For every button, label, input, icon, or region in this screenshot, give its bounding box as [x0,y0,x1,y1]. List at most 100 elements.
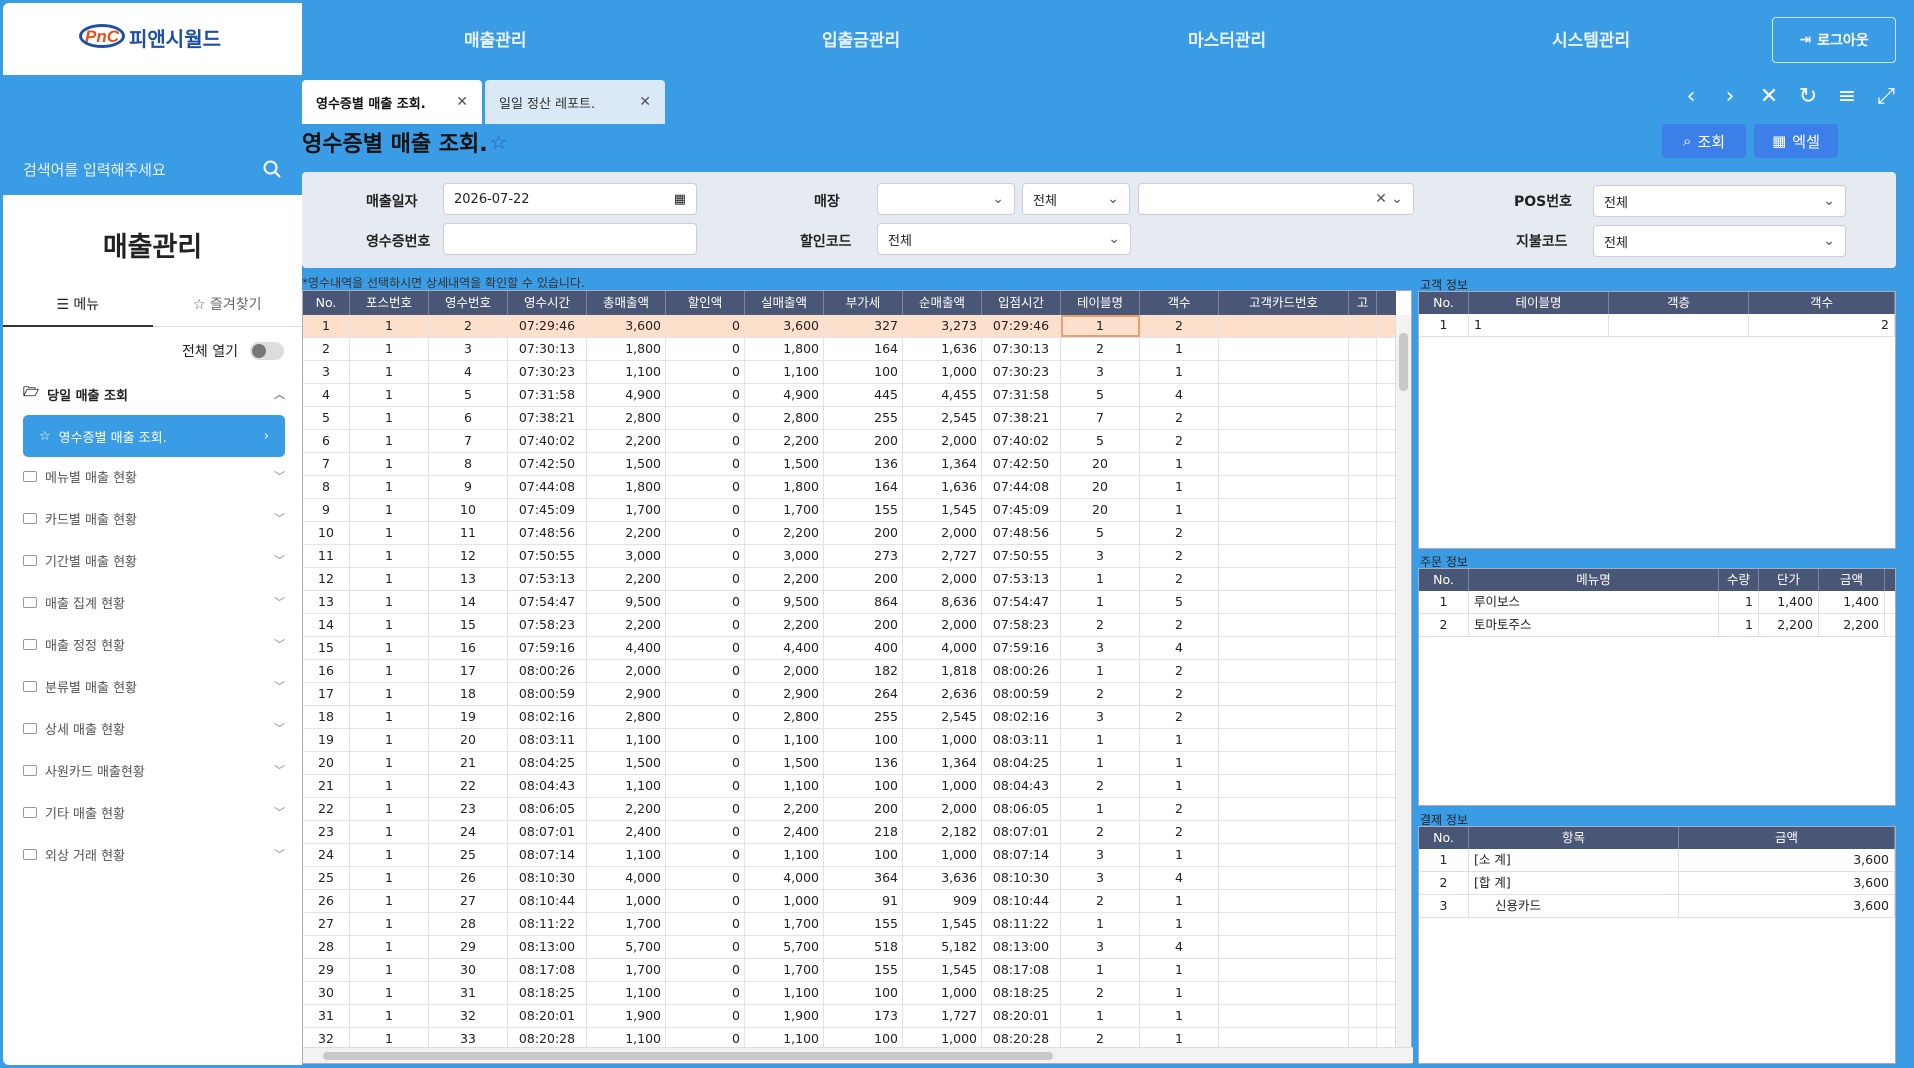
table-row[interactable]: 14 1 15 07:58:23 2,200 0 2,200 200 2,000 07:58:23… [303,614,1396,637]
customer-column-header[interactable]: 테이블명 [1469,292,1609,314]
sidebar-group-today[interactable]: 🗁 당일 매출 조회 ︿ [23,383,285,405]
sidebar-item[interactable]: 메뉴별 매출 현황 ﹀ [23,466,285,486]
table-row[interactable]: 11 1 12 07:50:55 3,000 0 3,000 273 2,727 07:50:55… [303,545,1396,568]
order-column-header[interactable]: 수량 [1719,569,1759,591]
sidebar-item[interactable]: 매출 정정 현황 ﹀ [23,634,285,654]
grid-column-header[interactable]: 테이블명 [1061,291,1140,315]
payment-row[interactable]: 1 [소 계] 3,600 [1419,849,1895,872]
customer-row[interactable]: 11 2 [1419,314,1895,337]
menu-icon[interactable]: ≡ [1836,86,1858,108]
sidebar-item[interactable]: 상세 매출 현황 ﹀ [23,718,285,738]
store-select-3[interactable]: ✕ ⌄ [1138,183,1414,215]
sidebar-item-receipt-sales[interactable]: ☆ 영수증별 매출 조회. › [23,415,285,457]
nav-deposit[interactable]: 입출금관리 [822,26,900,51]
table-row[interactable]: 10 1 11 07:48:56 2,200 0 2,200 200 2,000 07:48:56… [303,522,1396,545]
grid-column-header[interactable]: 입점시간 [982,291,1061,315]
close-all-icon[interactable]: ✕ [1758,86,1780,108]
receipt-field[interactable] [443,223,697,255]
pay-select[interactable]: 전체 ⌄ [1593,225,1846,257]
table-row[interactable]: 20 1 21 08:04:25 1,500 0 1,500 136 1,364 08:04:25… [303,752,1396,775]
table-row[interactable]: 28 1 29 08:13:00 5,700 0 5,700 518 5,182 08:13:00… [303,936,1396,959]
grid-column-header[interactable]: 순매출액 [903,291,982,315]
payment-row[interactable]: 2 [합 계] 3,600 [1419,872,1895,895]
table-row[interactable]: 8 1 9 07:44:08 1,800 0 1,800 164 1,636 07:44:08 20… [303,476,1396,499]
table-row[interactable]: 7 1 8 07:42:50 1,500 0 1,500 136 1,364 07:42:50 20… [303,453,1396,476]
table-row[interactable]: 24 1 25 08:07:14 1,100 0 1,100 100 1,000 08:07:14… [303,844,1396,867]
sidebar-item[interactable]: 매출 집계 현황 ﹀ [23,592,285,612]
table-row[interactable]: 30 1 31 08:18:25 1,100 0 1,100 100 1,000 08:18:25… [303,982,1396,1005]
table-row[interactable]: 18 1 19 08:02:16 2,800 0 2,800 255 2,545 08:02:16… [303,706,1396,729]
store-select-2[interactable]: 전체 ⌄ [1022,183,1130,215]
table-row[interactable]: 21 1 22 08:04:43 1,100 0 1,100 100 1,000 08:04:43… [303,775,1396,798]
customer-column-header[interactable]: No. [1419,292,1469,314]
tab-daily-report[interactable]: 일일 정산 레포트. ✕ [485,80,665,124]
grid-column-header[interactable]: No. [303,291,350,315]
payment-column-header[interactable]: 항목 [1469,827,1679,849]
grid-column-header[interactable]: 포스번호 [350,291,429,315]
order-column-header[interactable]: No. [1419,569,1469,591]
table-row[interactable]: 26 1 27 08:10:44 1,000 0 1,000 91 909 08:10:44 2 1 [303,890,1396,913]
order-row[interactable]: 1 루이보스 1 1,400 1,400 [1419,591,1895,614]
menu-search-input[interactable]: 검색어를 입력해주세요 [3,143,302,195]
table-row[interactable]: 4 1 5 07:31:58 4,900 0 4,900 445 4,455 07:31:58 5 4 [303,384,1396,407]
table-row[interactable]: 29 1 30 08:17:08 1,700 0 1,700 155 1,545 08:17:08… [303,959,1396,982]
table-row[interactable]: 32 1 33 08:20:28 1,100 0 1,100 100 1,000 08:20:28… [303,1028,1396,1047]
table-row[interactable]: 27 1 28 08:11:22 1,700 0 1,700 155 1,545 08:11:22… [303,913,1396,936]
table-row[interactable]: 2 1 3 07:30:13 1,800 0 1,800 164 1,636 07:30:13 2 1 [303,338,1396,361]
grid-column-header[interactable]: 실매출액 [745,291,824,315]
nav-sales[interactable]: 매출관리 [464,26,527,51]
grid-column-header[interactable]: 고 [1349,291,1377,315]
table-row[interactable]: 1 1 2 07:29:46 3,600 0 3,600 327 3,273 07:29:46 1 2 [303,315,1396,338]
store-select-1[interactable]: ⌄ [877,183,1015,215]
chevron-left-icon[interactable]: ‹ [1680,86,1702,108]
close-icon[interactable]: ✕ [639,94,651,110]
logout-button[interactable]: ⇥ 로그아웃 [1772,17,1896,63]
tab-receipt-sales[interactable]: 영수증별 매출 조회. ✕ [302,80,482,124]
grid-column-header[interactable]: 할인액 [666,291,745,315]
search-button[interactable]: ⌕ 조회 [1662,124,1746,158]
table-row[interactable]: 3 1 4 07:30:23 1,100 0 1,100 100 1,000 07:30:23 3 1 [303,361,1396,384]
customer-column-header[interactable]: 객수 [1749,292,1895,314]
table-row[interactable]: 13 1 14 07:54:47 9,500 0 9,500 864 8,636 07:54:47… [303,591,1396,614]
fullscreen-icon[interactable]: ⤢ [1875,86,1897,108]
logo[interactable]: PnC 피앤시월드 [6,3,300,71]
table-row[interactable]: 31 1 32 08:20:01 1,900 0 1,900 173 1,727 08:20:01… [303,1005,1396,1028]
table-row[interactable]: 9 1 10 07:45:09 1,700 0 1,700 155 1,545 07:45:09 2… [303,499,1396,522]
grid-column-header[interactable]: 총매출액 [587,291,666,315]
tab-menu[interactable]: ☰ 메뉴 [3,289,153,327]
expand-all-toggle[interactable] [250,342,284,360]
sidebar-item[interactable]: 외상 거래 현황 ﹀ [23,844,285,864]
table-row[interactable]: 17 1 18 08:00:59 2,900 0 2,900 264 2,636 08:00:59… [303,683,1396,706]
grid-column-header[interactable]: 부가세 [824,291,903,315]
order-column-header[interactable]: 금액 [1819,569,1885,591]
table-row[interactable]: 23 1 24 08:07:01 2,400 0 2,400 218 2,182 08:07:01… [303,821,1396,844]
payment-row[interactable]: 3 신용카드 3,600 [1419,895,1895,918]
close-icon[interactable]: ✕ [456,94,468,110]
clear-chevron-icon[interactable]: ✕ ⌄ [1375,191,1403,207]
grid-column-header[interactable]: 객수 [1140,291,1219,315]
table-row[interactable]: 16 1 17 08:00:26 2,000 0 2,000 182 1,818 08:00:26… [303,660,1396,683]
customer-column-header[interactable]: 객층 [1609,292,1749,314]
grid-column-header[interactable]: 영수시간 [508,291,587,315]
order-column-header[interactable]: 메뉴명 [1469,569,1719,591]
grid-column-header[interactable]: 고객카드번호 [1219,291,1349,315]
nav-system[interactable]: 시스템관리 [1552,26,1630,51]
date-field[interactable]: 2026-07-22 ▦ [443,183,697,215]
table-row[interactable]: 5 1 6 07:38:21 2,800 0 2,800 255 2,545 07:38:21 7 2 [303,407,1396,430]
grid-column-header[interactable]: 영수번호 [429,291,508,315]
table-row[interactable]: 25 1 26 08:10:30 4,000 0 4,000 364 3,636 08:10:30… [303,867,1396,890]
sidebar-item[interactable]: 사원카드 매출현황 ﹀ [23,760,285,780]
vertical-scrollbar[interactable] [1395,315,1411,1049]
sidebar-item[interactable]: 카드별 매출 현황 ﹀ [23,508,285,528]
order-column-header[interactable]: 단가 [1759,569,1819,591]
table-row[interactable]: 12 1 13 07:53:13 2,200 0 2,200 200 2,000 07:53:13… [303,568,1396,591]
sidebar-item[interactable]: 기간별 매출 현황 ﹀ [23,550,285,570]
nav-master[interactable]: 마스터관리 [1188,26,1266,51]
sidebar-item[interactable]: 분류별 매출 현황 ﹀ [23,676,285,696]
table-row[interactable]: 22 1 23 08:06:05 2,200 0 2,200 200 2,000 08:06:05… [303,798,1396,821]
table-row[interactable]: 19 1 20 08:03:11 1,100 0 1,100 100 1,000 08:03:11… [303,729,1396,752]
horizontal-scrollbar[interactable] [303,1047,1413,1063]
sidebar-item[interactable]: 기타 매출 현황 ﹀ [23,802,285,822]
chevron-right-icon[interactable]: › [1719,86,1741,108]
favorite-star-icon[interactable]: ☆ [490,130,508,154]
